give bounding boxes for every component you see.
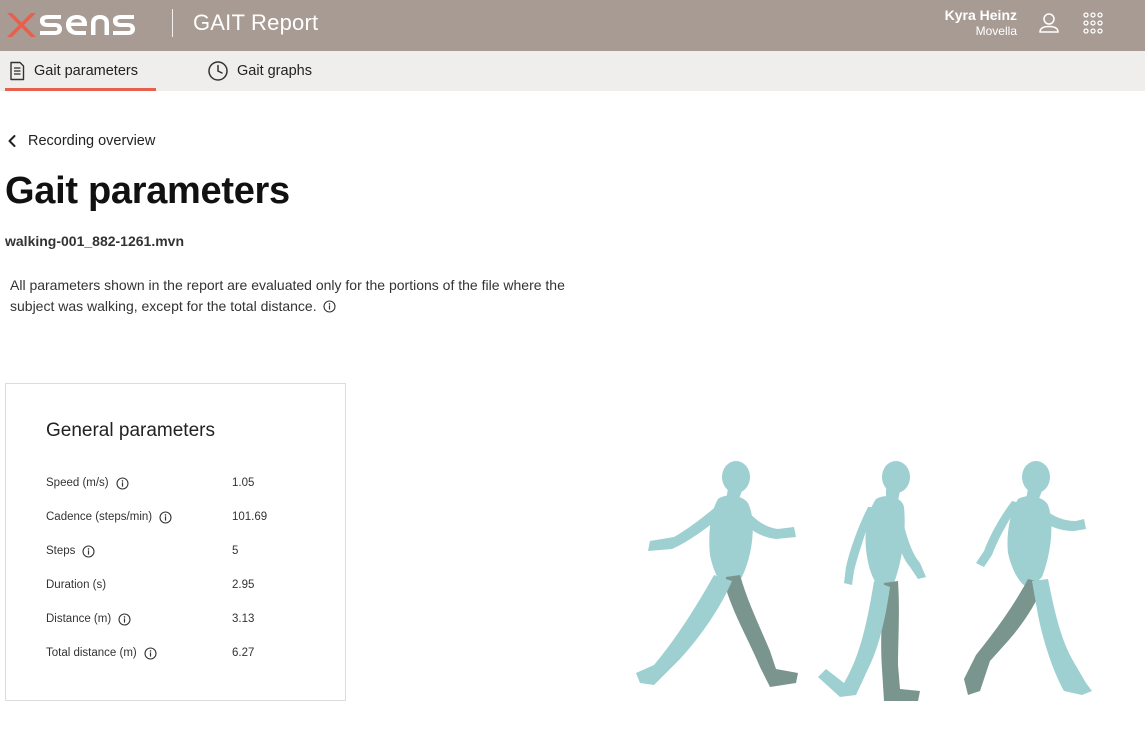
param-row-speed: Speed (m/s) 1.05 bbox=[46, 474, 326, 492]
param-row-total-distance: Total distance (m) 6.27 bbox=[46, 644, 326, 662]
walking-figures-illustration bbox=[636, 461, 1092, 701]
page-title: Gait parameters bbox=[5, 170, 290, 212]
param-row-steps: Steps 5 bbox=[46, 542, 326, 560]
document-icon bbox=[10, 61, 25, 81]
info-icon[interactable] bbox=[118, 612, 131, 626]
param-value: 101.69 bbox=[232, 511, 268, 523]
apps-grid-icon[interactable] bbox=[1081, 11, 1105, 35]
param-label: Speed (m/s) bbox=[46, 477, 109, 489]
info-icon[interactable] bbox=[82, 544, 95, 558]
tab-label: Gait parameters bbox=[34, 63, 138, 79]
user-name[interactable]: Kyra Heinz bbox=[945, 7, 1017, 23]
header-divider bbox=[172, 9, 173, 37]
info-icon[interactable] bbox=[322, 300, 336, 313]
file-name: walking-001_882-1261.mvn bbox=[5, 233, 184, 249]
general-parameters-card: General parameters Speed (m/s) 1.05 Cade… bbox=[5, 383, 346, 701]
param-label: Total distance (m) bbox=[46, 647, 137, 659]
param-label: Cadence (steps/min) bbox=[46, 511, 153, 523]
app-title: GAIT Report bbox=[193, 10, 319, 35]
report-description: All parameters shown in the report are e… bbox=[10, 275, 590, 317]
param-row-cadence: Cadence (steps/min) 101.69 bbox=[46, 508, 326, 526]
param-row-duration: Duration (s) 2.95 bbox=[46, 576, 326, 594]
param-label: Distance (m) bbox=[46, 613, 112, 625]
clock-icon bbox=[208, 61, 228, 81]
walking-figure-3 bbox=[964, 461, 1092, 695]
info-icon[interactable] bbox=[159, 510, 172, 524]
tab-gait-parameters[interactable]: Gait parameters bbox=[5, 51, 156, 91]
param-value: 3.13 bbox=[232, 613, 255, 625]
param-value: 1.05 bbox=[232, 477, 255, 489]
param-label: Duration (s) bbox=[46, 579, 107, 591]
info-icon[interactable] bbox=[144, 646, 157, 660]
param-value: 5 bbox=[232, 545, 239, 557]
back-link-label: Recording overview bbox=[28, 133, 156, 149]
user-organization: Movella bbox=[975, 24, 1017, 38]
tab-bar: Gait parameters Gait graphs bbox=[0, 51, 1145, 91]
chevron-left-icon bbox=[8, 135, 16, 147]
param-value: 2.95 bbox=[232, 579, 255, 591]
back-to-recording-overview-link[interactable]: Recording overview bbox=[6, 133, 155, 149]
walking-figure-1 bbox=[636, 461, 798, 687]
param-row-distance: Distance (m) 3.13 bbox=[46, 610, 326, 628]
param-label: Steps bbox=[46, 545, 76, 557]
param-value: 6.27 bbox=[232, 647, 255, 659]
user-icon[interactable] bbox=[1037, 11, 1061, 35]
walking-figure-2 bbox=[818, 461, 926, 701]
card-title: General parameters bbox=[46, 420, 215, 441]
tab-label: Gait graphs bbox=[237, 63, 312, 79]
top-bar: GAIT Report Kyra Heinz Movella bbox=[0, 0, 1145, 51]
description-text: All parameters shown in the report are e… bbox=[10, 277, 565, 314]
info-icon[interactable] bbox=[116, 476, 129, 490]
tab-gait-graphs[interactable]: Gait graphs bbox=[207, 51, 312, 91]
xsens-logo[interactable] bbox=[5, 7, 155, 43]
